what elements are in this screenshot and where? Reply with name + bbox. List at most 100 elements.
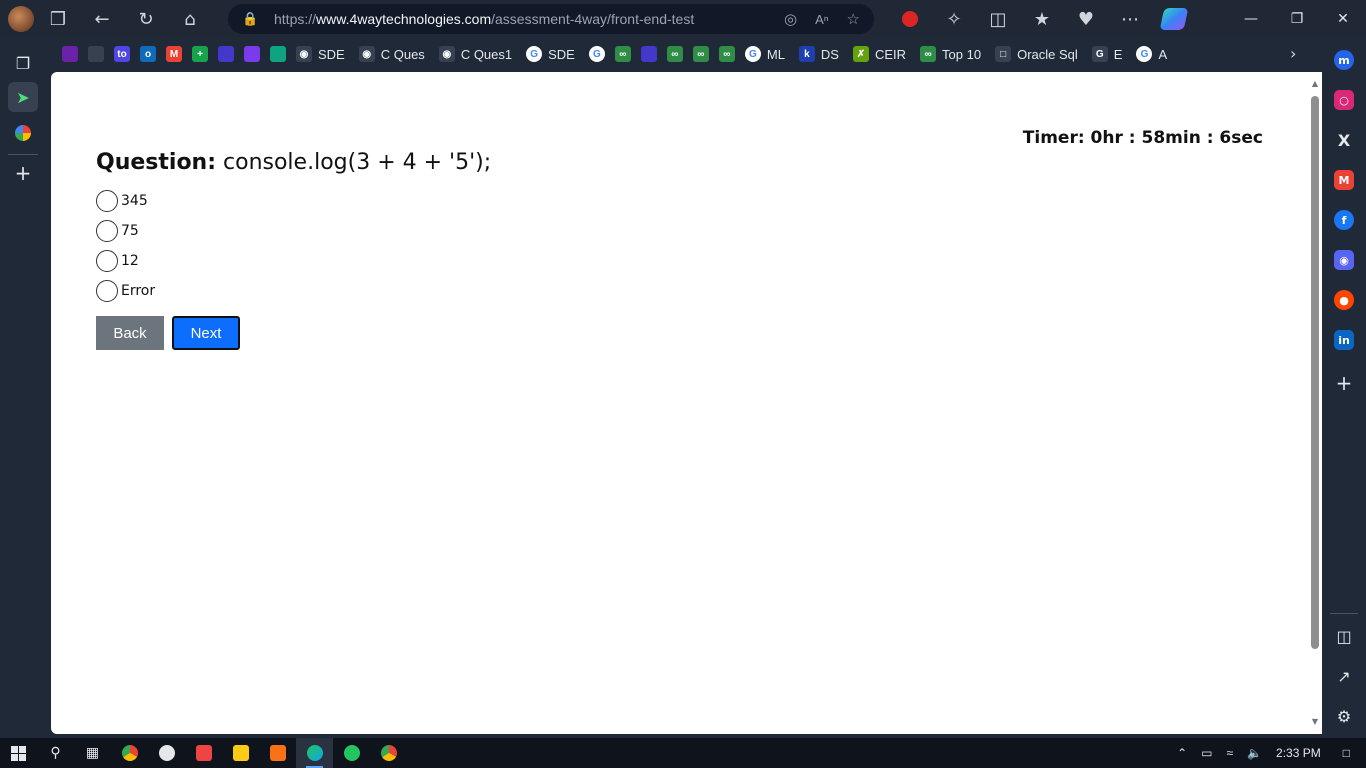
option-radio[interactable] (96, 280, 118, 302)
minimize-icon[interactable]: — (1228, 0, 1274, 38)
tray-chevron-up-icon[interactable]: ⌃ (1177, 746, 1187, 760)
bookmark-item[interactable]: k DS (798, 40, 839, 68)
bookmark-item[interactable]: o (140, 40, 156, 68)
openai-icon (270, 46, 286, 62)
bookmark-item[interactable]: □ Oracle Sql (995, 40, 1078, 68)
windows-start-icon[interactable] (0, 738, 37, 768)
app-taskbar-icon[interactable] (148, 738, 185, 768)
back-arrow-icon[interactable]: ← (84, 1, 120, 37)
url-text[interactable]: https://www.4waytechnologies.com/assessm… (274, 11, 694, 27)
restore-icon[interactable]: ❐ (1274, 0, 1320, 38)
split-screen-icon[interactable]: ◫ (976, 1, 1020, 37)
open-external-icon[interactable]: ↗ (1334, 666, 1354, 686)
bookmark-item[interactable]: ∞ (692, 40, 709, 68)
chrome-taskbar-icon[interactable] (111, 738, 148, 768)
bookmark-item[interactable] (270, 40, 286, 68)
option-radio[interactable] (96, 220, 118, 242)
bookmark-item[interactable]: to (114, 40, 130, 68)
bookmark-item[interactable]: M (166, 40, 182, 68)
option-75[interactable]: 75 (96, 216, 155, 246)
discord-icon[interactable]: ◉ (1334, 250, 1354, 270)
bookmark-item[interactable]: ∞ (614, 40, 631, 68)
messenger-icon[interactable]: m (1334, 50, 1354, 70)
bookmark-item[interactable]: + (192, 40, 208, 68)
bookmark-label: ML (766, 46, 785, 62)
bookmark-item[interactable]: GA (1136, 40, 1167, 68)
bookmark-item[interactable] (62, 40, 78, 68)
file-explorer-icon[interactable] (222, 738, 259, 768)
reddit-icon[interactable]: ● (1334, 290, 1354, 310)
edge-taskbar-icon[interactable] (296, 738, 333, 768)
option-error[interactable]: Error (96, 276, 155, 306)
page-scrollbar[interactable]: ▲ ▼ (1308, 72, 1322, 734)
notifications-icon[interactable]: □ (1343, 746, 1350, 760)
bookmark-item[interactable]: G (588, 40, 605, 68)
add-sidebar-app-plus-icon[interactable]: + (1334, 371, 1354, 395)
bookmark-label: E (1113, 46, 1123, 62)
scroll-thumb[interactable] (1311, 96, 1319, 649)
browser-essentials-icon[interactable]: ♥ (1064, 1, 1108, 37)
whatsapp-taskbar-icon[interactable] (333, 738, 370, 768)
bookmark-item[interactable]: ◉ C Ques (358, 40, 425, 68)
settings-gear-icon[interactable]: ⚙ (1334, 706, 1354, 726)
back-button[interactable]: Back (96, 316, 164, 350)
bookmark-item[interactable]: ∞ (718, 40, 735, 68)
wifi-icon[interactable]: ≈ (1227, 746, 1234, 760)
facebook-icon[interactable]: f (1334, 210, 1354, 230)
adblock-extension-icon[interactable] (888, 1, 932, 37)
bookmark-item[interactable] (88, 40, 104, 68)
battery-icon[interactable]: ▭ (1201, 746, 1212, 760)
bookmark-item[interactable]: G SDE (526, 40, 575, 68)
bookmark-item[interactable] (244, 40, 260, 68)
linkedin-icon[interactable]: in (1334, 330, 1354, 350)
favorites-icon[interactable]: ★ (1020, 1, 1064, 37)
bookmark-item[interactable]: GE (1091, 40, 1123, 68)
extensions-icon[interactable]: ✧ (932, 1, 976, 37)
option-345[interactable]: 345 (96, 186, 155, 216)
tab-actions-icon[interactable]: ❐ (8, 48, 38, 78)
option-radio[interactable] (96, 250, 118, 272)
bookmark-item[interactable]: ∞ (666, 40, 683, 68)
google-tab-icon[interactable] (8, 118, 38, 148)
instagram-icon[interactable]: ○ (1334, 90, 1354, 110)
bookmark-item[interactable]: ◉ C Ques1 (438, 40, 512, 68)
profile-avatar[interactable] (8, 6, 34, 32)
close-icon[interactable]: ✕ (1320, 0, 1366, 38)
chrome-taskbar-icon-2[interactable] (370, 738, 407, 768)
github-icon: ◉ (296, 46, 312, 62)
read-aloud-icon[interactable]: Aⁿ (815, 12, 828, 27)
scroll-up-arrow-icon[interactable]: ▲ (1311, 80, 1319, 88)
location-icon[interactable]: ◎ (784, 10, 797, 28)
option-radio[interactable] (96, 190, 118, 212)
x-twitter-icon[interactable]: X (1334, 130, 1354, 150)
option-label: Error (121, 283, 156, 299)
bookmark-item[interactable] (218, 40, 234, 68)
next-button[interactable]: Next (172, 316, 240, 350)
favorite-star-icon[interactable]: ☆ (847, 10, 860, 28)
workspaces-icon[interactable]: ❒ (40, 1, 76, 37)
lock-icon[interactable]: 🔒 (242, 12, 262, 27)
bookmark-item[interactable]: ◉ SDE (296, 40, 345, 68)
bookmark-item[interactable]: G ML (744, 40, 785, 68)
sublime-text-icon[interactable] (259, 738, 296, 768)
refresh-icon[interactable]: ↻ (128, 1, 164, 37)
bookmark-item[interactable]: ✗ CEIR (852, 40, 906, 68)
bookmark-item[interactable] (640, 40, 657, 68)
copilot-icon[interactable] (1152, 1, 1196, 37)
new-tab-plus-icon[interactable]: + (8, 158, 38, 188)
gmail-icon[interactable]: M (1334, 170, 1354, 190)
clock-time[interactable]: 2:33 PM (1276, 746, 1321, 760)
active-tab-favicon-icon[interactable]: ➤ (8, 82, 38, 112)
more-options-icon[interactable]: ⋯ (1108, 1, 1152, 37)
home-icon[interactable]: ⌂ (172, 1, 208, 37)
volume-icon[interactable]: 🔈 (1247, 746, 1262, 760)
option-12[interactable]: 12 (96, 246, 155, 276)
hide-sidebar-icon[interactable]: ◫ (1334, 626, 1354, 646)
anydesk-taskbar-icon[interactable] (185, 738, 222, 768)
scroll-down-arrow-icon[interactable]: ▼ (1311, 718, 1319, 726)
bookmark-label: DS (820, 46, 839, 62)
search-icon[interactable]: ⚲ (37, 738, 74, 768)
task-view-icon[interactable]: ▦ (74, 738, 111, 768)
address-bar[interactable]: 🔒 https://www.4waytechnologies.com/asses… (228, 4, 874, 34)
bookmark-item[interactable]: ∞ Top 10 (920, 40, 981, 68)
